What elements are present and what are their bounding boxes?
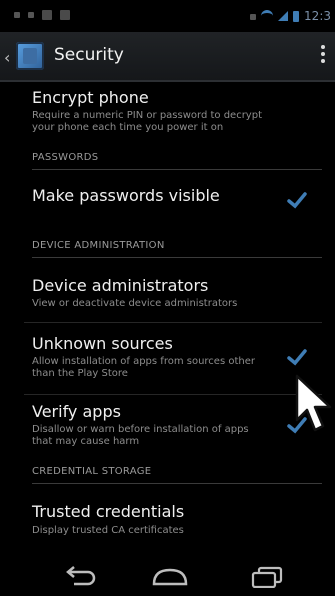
setting-title: Trusted credentials: [32, 502, 185, 521]
notification-icon: [42, 10, 52, 20]
security-settings-icon[interactable]: [16, 42, 44, 70]
check-icon: [287, 192, 307, 209]
recents-icon[interactable]: [250, 564, 284, 588]
notification-icon: [14, 12, 20, 18]
check-icon: [287, 349, 307, 366]
action-bar: ‹ Security: [0, 32, 335, 82]
overflow-menu-icon[interactable]: [321, 45, 325, 63]
alarm-icon: [250, 14, 257, 20]
chevron-left-icon[interactable]: ‹: [4, 48, 10, 67]
setting-title: Verify apps: [32, 402, 121, 421]
home-icon[interactable]: [150, 566, 190, 588]
page-title: Security: [54, 45, 124, 65]
battery-icon: [293, 10, 300, 22]
clock: 12:3: [304, 9, 331, 23]
setting-device-administrators[interactable]: Device administrators View or deactivate…: [0, 262, 335, 316]
back-arrow-icon[interactable]: [62, 564, 100, 588]
setting-summary: View or deactivate device administrators: [32, 298, 238, 309]
navigation-bar: [0, 556, 335, 596]
notification-icon: [28, 12, 34, 18]
setting-trusted-credentials[interactable]: Trusted credentials Display trusted CA c…: [0, 488, 335, 544]
mouse-pointer-icon: [295, 374, 332, 432]
setting-summary: Require a numeric PIN or password to dec…: [32, 110, 262, 133]
wifi-icon: [261, 9, 274, 23]
setting-verify-apps[interactable]: Verify apps Disallow or warn before inst…: [0, 396, 335, 454]
setting-title: Unknown sources: [32, 334, 173, 353]
setting-summary: Display trusted CA certificates: [32, 525, 184, 536]
section-header-device-admin: DEVICE ADMINISTRATION: [32, 240, 322, 258]
setting-encrypt-phone[interactable]: Encrypt phone Require a numeric PIN or p…: [0, 82, 335, 146]
setting-make-passwords-visible[interactable]: Make passwords visible: [0, 172, 335, 230]
checkbox[interactable]: [286, 189, 308, 211]
divider: [24, 394, 322, 395]
checkbox[interactable]: [286, 346, 308, 368]
notification-icons: [14, 10, 70, 20]
settings-list[interactable]: Encrypt phone Require a numeric PIN or p…: [0, 82, 335, 556]
setting-summary: Allow installation of apps from sources …: [32, 356, 255, 379]
setting-unknown-sources[interactable]: Unknown sources Allow installation of ap…: [0, 326, 335, 388]
status-bar: 12:3: [0, 0, 335, 32]
setting-title: Encrypt phone: [32, 88, 149, 107]
setting-title: Make passwords visible: [32, 186, 220, 205]
section-header-credential-storage: CREDENTIAL STORAGE: [32, 466, 322, 484]
signal-icon: [278, 11, 289, 21]
setting-title: Device administrators: [32, 276, 209, 295]
image-notification-icon: [60, 10, 70, 20]
system-icons: 12:3: [250, 9, 331, 23]
divider: [24, 322, 322, 323]
section-header-passwords: PASSWORDS: [32, 152, 322, 170]
setting-summary: Disallow or warn before installation of …: [32, 424, 249, 447]
